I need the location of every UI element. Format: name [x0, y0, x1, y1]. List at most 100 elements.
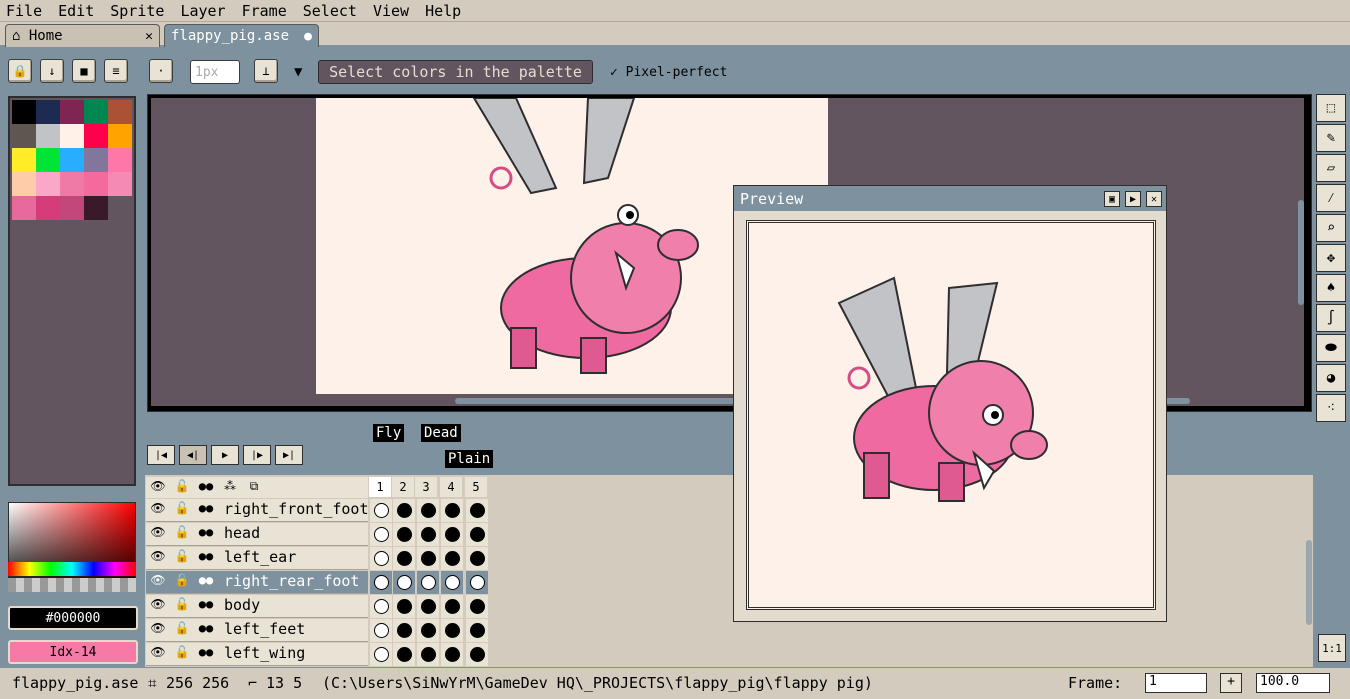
cel[interactable]	[370, 571, 392, 594]
unlock-icon[interactable]: 🔓	[172, 645, 192, 663]
frame-header[interactable]: 1	[369, 477, 391, 497]
palette-swatch[interactable]	[36, 100, 60, 124]
palette-swatch[interactable]	[12, 196, 36, 220]
palette-swatch[interactable]	[84, 100, 108, 124]
palette-swatch[interactable]	[108, 100, 132, 124]
cel[interactable]	[441, 595, 463, 618]
cel[interactable]	[370, 595, 392, 618]
arrow-down-icon[interactable]: ↓	[40, 59, 64, 83]
cel[interactable]	[466, 619, 488, 642]
menu-select[interactable]: Select	[303, 2, 357, 20]
palette-swatch[interactable]	[12, 100, 36, 124]
marquee-icon[interactable]: ⬚	[1316, 94, 1346, 122]
eye-icon[interactable]: 👁	[148, 645, 168, 663]
expand-icon[interactable]: ▣	[1104, 191, 1120, 207]
brush-size-input[interactable]: 1px	[190, 60, 240, 84]
last-frame-icon[interactable]: ▶|	[275, 445, 303, 465]
tab-home[interactable]: ⌂ Home ✕	[5, 24, 160, 47]
cel[interactable]	[417, 643, 439, 666]
vertical-scrollbar[interactable]	[1298, 200, 1304, 305]
cel[interactable]	[417, 571, 439, 594]
palette-swatch[interactable]	[84, 196, 108, 220]
palette-swatch[interactable]	[60, 124, 84, 148]
unlock-icon[interactable]: 🔓	[172, 549, 192, 567]
cel[interactable]	[417, 499, 439, 522]
foreground-color-hex[interactable]: #000000	[8, 606, 138, 630]
cel[interactable]	[393, 571, 415, 594]
palette-swatch[interactable]	[36, 172, 60, 196]
continuous-icon[interactable]: ●●	[196, 645, 216, 663]
frame-header[interactable]: 3	[415, 477, 437, 497]
palette-swatch[interactable]	[84, 148, 108, 172]
cel[interactable]	[417, 547, 439, 570]
onion-skin-icon[interactable]: ⁂	[220, 479, 240, 497]
palette-swatch[interactable]	[84, 172, 108, 196]
move-icon[interactable]: ✥	[1316, 244, 1346, 272]
menu-layer[interactable]: Layer	[180, 2, 225, 20]
continuous-icon[interactable]: ●●	[196, 621, 216, 639]
palette-swatch[interactable]	[36, 124, 60, 148]
cel[interactable]	[466, 523, 488, 546]
spray-icon[interactable]: ⁖	[1316, 394, 1346, 422]
cel[interactable]	[466, 547, 488, 570]
cel[interactable]	[466, 499, 488, 522]
cel[interactable]	[441, 643, 463, 666]
unlock-icon[interactable]: 🔓	[172, 501, 192, 519]
continuous-icon[interactable]: ●●	[196, 573, 216, 591]
cel[interactable]	[370, 523, 392, 546]
eye-icon[interactable]: 👁	[148, 597, 168, 615]
unlock-icon[interactable]: 🔓	[172, 597, 192, 615]
menu-file[interactable]: File	[6, 2, 42, 20]
eye-icon[interactable]: 👁	[148, 501, 168, 519]
eye-icon[interactable]: 👁	[148, 525, 168, 543]
play-icon[interactable]: ▶	[1125, 191, 1141, 207]
first-frame-icon[interactable]: |◀	[147, 445, 175, 465]
menu-sprite[interactable]: Sprite	[110, 2, 164, 20]
cel[interactable]	[441, 619, 463, 642]
blur-icon[interactable]: ◕	[1316, 364, 1346, 392]
pencil-icon[interactable]: ✎	[1316, 124, 1346, 152]
fill-icon[interactable]: ♠	[1316, 274, 1346, 302]
layer-row[interactable]: 👁 🔓 ●● left_feet	[146, 619, 368, 642]
menu-frame[interactable]: Frame	[242, 2, 287, 20]
palette-swatch[interactable]	[12, 172, 36, 196]
cel[interactable]	[417, 523, 439, 546]
layer-row[interactable]: 👁 🔓 ●● left_ear	[146, 547, 368, 570]
eye-icon[interactable]: 👁	[148, 621, 168, 639]
cel[interactable]	[441, 499, 463, 522]
close-icon[interactable]: ✕	[1146, 191, 1162, 207]
visibility-header-icon[interactable]: 👁	[148, 479, 168, 497]
cel[interactable]	[393, 499, 415, 522]
link-cels-icon[interactable]: ⧉	[244, 479, 264, 497]
cel[interactable]	[466, 571, 488, 594]
curve-icon[interactable]: ∫	[1316, 304, 1346, 332]
square-icon[interactable]: ■	[72, 59, 96, 83]
stamp-icon[interactable]: ⊥	[254, 59, 278, 83]
prev-frame-icon[interactable]: ◀|	[179, 445, 207, 465]
tag-dead[interactable]: Dead	[421, 424, 461, 442]
cel[interactable]	[393, 619, 415, 642]
frame-header[interactable]: 5	[465, 477, 487, 497]
palette-swatch[interactable]	[12, 124, 36, 148]
close-icon[interactable]: ✕	[145, 29, 153, 44]
palette-swatch[interactable]	[36, 196, 60, 220]
zoom-input[interactable]: 100.0	[1256, 673, 1330, 693]
lock-header-icon[interactable]: 🔓	[172, 479, 192, 497]
lock-icon[interactable]: 🔒	[8, 59, 32, 83]
cel[interactable]	[441, 523, 463, 546]
palette-swatch[interactable]	[60, 196, 84, 220]
cel[interactable]	[393, 547, 415, 570]
layer-row[interactable]: 👁 🔓 ●● left_wing	[146, 643, 368, 666]
frame-header[interactable]: 2	[392, 477, 414, 497]
tag-fly[interactable]: Fly	[373, 424, 405, 442]
background-color-index[interactable]: Idx-14	[8, 640, 138, 664]
hue-slider[interactable]	[8, 562, 136, 576]
zoom-icon[interactable]: ⌕	[1316, 214, 1346, 242]
eyedropper-icon[interactable]: ⁄	[1316, 184, 1346, 212]
eraser-icon[interactable]: ▱	[1316, 154, 1346, 182]
palette-swatch[interactable]	[108, 148, 132, 172]
play-icon[interactable]: ▶	[211, 445, 239, 465]
cel[interactable]	[393, 523, 415, 546]
cel[interactable]	[393, 595, 415, 618]
palette-swatch[interactable]	[108, 124, 132, 148]
